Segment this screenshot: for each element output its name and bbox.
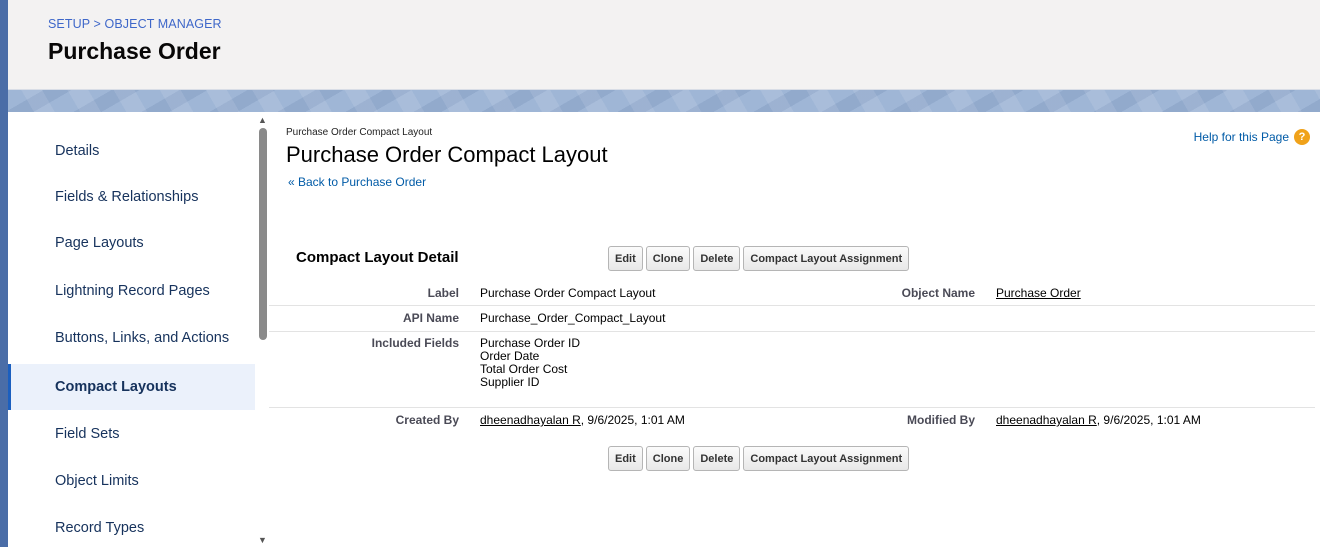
edit-button[interactable]: Edit (608, 446, 643, 471)
top-button-row: Edit Clone Delete Compact Layout Assignm… (608, 246, 910, 271)
modified-by-date: , 9/6/2025, 1:01 AM (1096, 413, 1201, 427)
layout-small-title: Purchase Order Compact Layout (286, 127, 433, 138)
modified-by-value: dheenadhayalan R, 9/6/2025, 1:01 AM (996, 414, 1201, 427)
bottom-button-row: Edit Clone Delete Compact Layout Assignm… (608, 446, 910, 471)
modified-by-label: Modified By (907, 413, 975, 427)
main-content: Purchase Order Compact Layout Purchase O… (269, 112, 1320, 547)
api-name-label: API Name (402, 311, 459, 325)
label-field-value: Purchase Order Compact Layout (480, 286, 656, 300)
object-header: SETUP > OBJECT MANAGER Purchase Order (8, 0, 1320, 90)
label-field-label: Label (427, 286, 459, 300)
created-by-user-link[interactable]: dheenadhayalan R (480, 413, 581, 427)
created-by-label: Created By (395, 413, 459, 427)
scroll-thumb[interactable] (259, 128, 267, 340)
left-edge (0, 0, 8, 547)
compact-layout-assignment-button[interactable]: Compact Layout Assignment (743, 446, 910, 471)
detail-row-created-modified: Created By dheenadhayalan R, 9/6/2025, 1… (269, 408, 1315, 434)
created-by-value: dheenadhayalan R, 9/6/2025, 1:01 AM (480, 414, 685, 427)
sidebar-scrollbar[interactable]: ▲ ▼ (255, 112, 269, 547)
sidebar-item-field-sets[interactable]: Field Sets (8, 411, 255, 457)
object-name-link[interactable]: Purchase Order (996, 286, 1081, 300)
clone-button[interactable]: Clone (645, 446, 691, 471)
breadcrumb: SETUP > OBJECT MANAGER (48, 17, 222, 31)
detail-row-api-name: API Name Purchase_Order_Compact_Layout (269, 306, 1315, 332)
breadcrumb-setup[interactable]: SETUP (48, 17, 90, 31)
sidebar-item-compact-layouts[interactable]: Compact Layouts (8, 364, 255, 410)
back-link[interactable]: « Back to Purchase Order (288, 175, 426, 189)
scroll-up-arrow-icon[interactable]: ▲ (258, 115, 267, 125)
modified-by-user-link[interactable]: dheenadhayalan R (996, 413, 1097, 427)
delete-button[interactable]: Delete (693, 446, 741, 471)
sidebar-item-fields-relationships[interactable]: Fields & Relationships (8, 174, 255, 220)
help-link[interactable]: Help for this Page ? (1194, 129, 1310, 145)
object-name-label: Object Name (901, 286, 975, 300)
created-by-date: , 9/6/2025, 1:01 AM (580, 413, 685, 427)
api-name-value: Purchase_Order_Compact_Layout (480, 311, 666, 325)
sidebar-item-page-layouts[interactable]: Page Layouts (8, 220, 255, 266)
section-title: Compact Layout Detail (296, 249, 459, 266)
help-icon[interactable]: ? (1294, 129, 1310, 145)
sidebar-item-record-types[interactable]: Record Types (8, 505, 255, 551)
breadcrumb-separator: > (93, 17, 101, 31)
scroll-down-arrow-icon[interactable]: ▼ (258, 535, 267, 545)
object-name-value: Purchase Order (996, 287, 1081, 300)
detail-row-included-fields: Included Fields Purchase Order ID Order … (269, 332, 1315, 408)
sidebar-item-buttons-links-actions[interactable]: Buttons, Links, and Actions (8, 315, 255, 361)
breadcrumb-object-manager[interactable]: OBJECT MANAGER (105, 17, 222, 31)
included-field-item: Supplier ID (480, 375, 540, 389)
edit-button[interactable]: Edit (608, 246, 643, 271)
included-fields-label: Included Fields (371, 336, 459, 350)
sidebar-item-lightning-record-pages[interactable]: Lightning Record Pages (8, 268, 255, 314)
clone-button[interactable]: Clone (645, 246, 691, 271)
sidebar-item-object-limits[interactable]: Object Limits (8, 458, 255, 504)
sidebar-item-details[interactable]: Details (8, 128, 255, 174)
help-link-label[interactable]: Help for this Page (1194, 130, 1289, 144)
delete-button[interactable]: Delete (693, 246, 741, 271)
page-title: Purchase Order (48, 38, 221, 64)
detail-row-label: Label Purchase Order Compact Layout Obje… (269, 279, 1315, 306)
sidebar: Details Fields & Relationships Page Layo… (8, 112, 255, 547)
compact-layout-assignment-button[interactable]: Compact Layout Assignment (743, 246, 910, 271)
layout-title: Purchase Order Compact Layout (286, 142, 608, 167)
